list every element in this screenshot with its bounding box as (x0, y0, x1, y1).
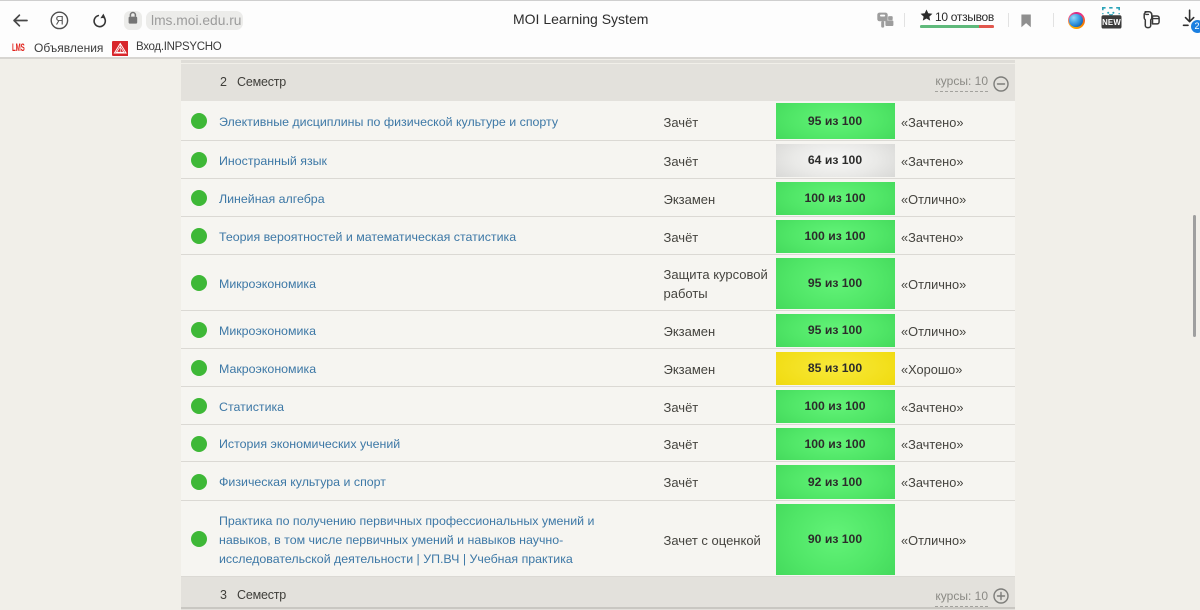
svg-text:Я: Я (55, 16, 63, 28)
svg-text:NEW: NEW (1102, 18, 1121, 27)
